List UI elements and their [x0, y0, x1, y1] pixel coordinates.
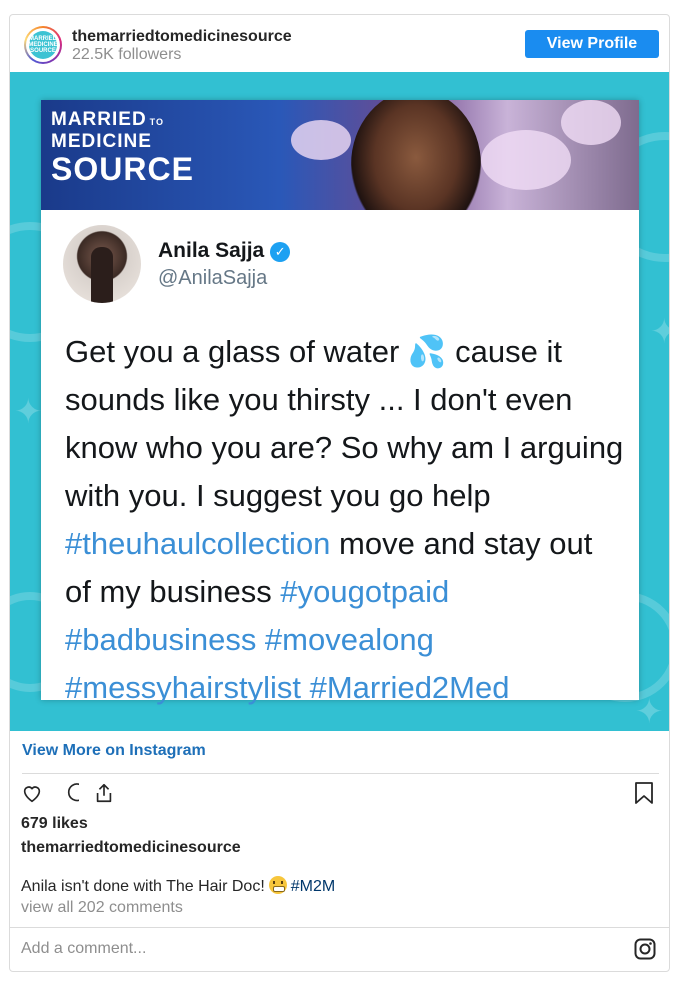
follower-count: 22.5K followers: [72, 46, 182, 63]
view-more-link[interactable]: View More on Instagram: [22, 742, 206, 760]
divider: [22, 773, 659, 774]
grimace-emoji-icon: [268, 876, 287, 894]
tweet-text: Get you a glass of water 💦 cause it soun…: [65, 334, 624, 705]
heart-icon[interactable]: [20, 781, 44, 805]
tweet-author-avatar: [63, 225, 141, 303]
tweet-header: Anila Sajja ✓ @AnilaSajja: [63, 225, 623, 305]
post-media[interactable]: ✦ ✦ ✦ MARRIEDTO MEDICINE SOURCE Anila Sa…: [10, 72, 669, 731]
caption-text: Anila isn't done with The Hair Doc! #M2M: [21, 876, 336, 895]
instagram-embed-card: MARRIED MEDICINE SOURCE themarriedtomedi…: [9, 14, 670, 972]
account-avatar[interactable]: MARRIED MEDICINE SOURCE: [24, 26, 62, 64]
blossom-decoration: [291, 120, 351, 160]
avatar-logo: MARRIED MEDICINE SOURCE: [28, 31, 58, 59]
decorative-star-icon: ✦: [14, 393, 43, 431]
post-header: MARRIED MEDICINE SOURCE themarriedtomedi…: [10, 15, 669, 73]
blossom-decoration: [481, 130, 571, 190]
caption-author[interactable]: themarriedtomedicinesource: [21, 839, 241, 857]
caption-hashtag[interactable]: #M2M: [291, 878, 335, 895]
view-comments-link[interactable]: view all 202 comments: [21, 899, 183, 917]
banner-logo: MARRIED TO MEDICINE SOURCE: [51, 109, 194, 187]
tweet-author-name: Anila Sajja ✓: [158, 239, 291, 263]
like-count[interactable]: 679 likes: [21, 815, 88, 833]
add-comment-input[interactable]: Add a comment...: [21, 940, 146, 958]
action-bar: [20, 781, 116, 811]
tweet-author-handle: @AnilaSajja: [158, 267, 268, 289]
blossom-decoration: [561, 100, 621, 145]
instagram-icon[interactable]: [633, 937, 657, 961]
account-name[interactable]: themarriedtomedicinesource: [72, 28, 292, 46]
bookmark-icon[interactable]: [633, 781, 657, 805]
view-profile-button[interactable]: View Profile: [525, 30, 659, 58]
divider: [10, 927, 669, 928]
verified-icon: ✓: [270, 242, 291, 262]
decorative-star-icon: ✦: [635, 693, 664, 731]
cast-portrait: [351, 100, 481, 210]
share-icon[interactable]: [92, 781, 116, 805]
decorative-star-icon: ✦: [650, 312, 669, 352]
source-banner: MARRIED TO MEDICINE SOURCE: [41, 100, 639, 210]
comment-icon[interactable]: [56, 781, 80, 805]
tweet-screenshot: MARRIED TO MEDICINE SOURCE Anila Sajja ✓ @…: [41, 100, 639, 705]
